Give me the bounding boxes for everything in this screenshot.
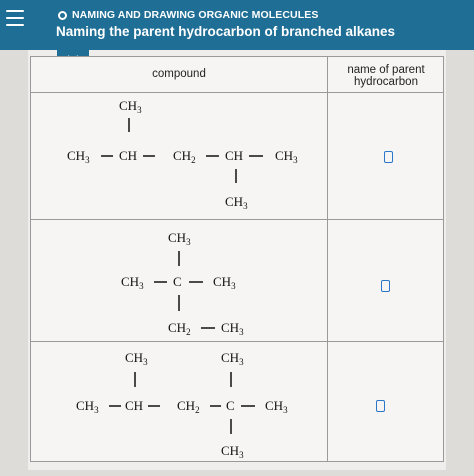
atom-ch3: CH3	[119, 98, 142, 115]
column-divider	[327, 57, 328, 461]
answer-input-1[interactable]	[384, 151, 393, 163]
atom-ch: CH	[125, 398, 143, 413]
topic-circle-icon	[58, 10, 67, 20]
atom-ch2: CH2	[173, 148, 196, 165]
atom-ch3: CH3	[67, 148, 90, 165]
answer-input-2[interactable]	[381, 280, 390, 292]
atom-ch: CH	[225, 148, 243, 163]
atom-ch: CH	[119, 148, 137, 163]
atom-ch3: CH3	[168, 230, 191, 247]
atom-ch3: CH3	[275, 148, 298, 165]
structure-2: CH3 CH3 C CH3 CH2 CH3	[121, 230, 244, 337]
header-compound: compound	[152, 68, 206, 80]
atom-ch3: CH3	[213, 274, 236, 291]
page-title: Naming the parent hydrocarbon of branche…	[56, 24, 396, 39]
structure-3: CH3 CH3 CH3 CH CH2 C CH3 CH3	[76, 350, 288, 460]
atom-ch3: CH3	[121, 274, 144, 291]
app-header: NAMING AND DRAWING ORGANIC MOLECULES Nam…	[0, 0, 474, 50]
topic-row: NAMING AND DRAWING ORGANIC MOLECULES	[58, 8, 318, 22]
atom-c: C	[226, 398, 235, 413]
atom-ch3: CH3	[225, 194, 248, 211]
structure-1: CH3 CH3 CH CH2 CH CH3 CH3	[67, 98, 298, 211]
atom-ch3: CH3	[221, 320, 244, 337]
compound-table: compound name of parent hydrocarbon CH3 …	[30, 56, 444, 462]
hamburger-menu-icon[interactable]	[6, 10, 24, 28]
atom-ch3: CH3	[265, 398, 288, 415]
atom-ch3: CH3	[76, 398, 99, 415]
topic-label: NAMING AND DRAWING ORGANIC MOLECULES	[72, 9, 319, 21]
atom-c: C	[173, 274, 182, 289]
header-parent-name: name of parent hydrocarbon	[347, 64, 425, 88]
atom-ch3: CH3	[125, 350, 148, 367]
atom-ch2: CH2	[168, 320, 191, 337]
atom-ch2: CH2	[177, 398, 200, 415]
atom-ch3: CH3	[221, 350, 244, 367]
answer-input-3[interactable]	[376, 400, 385, 412]
atom-ch3: CH3	[221, 443, 244, 460]
